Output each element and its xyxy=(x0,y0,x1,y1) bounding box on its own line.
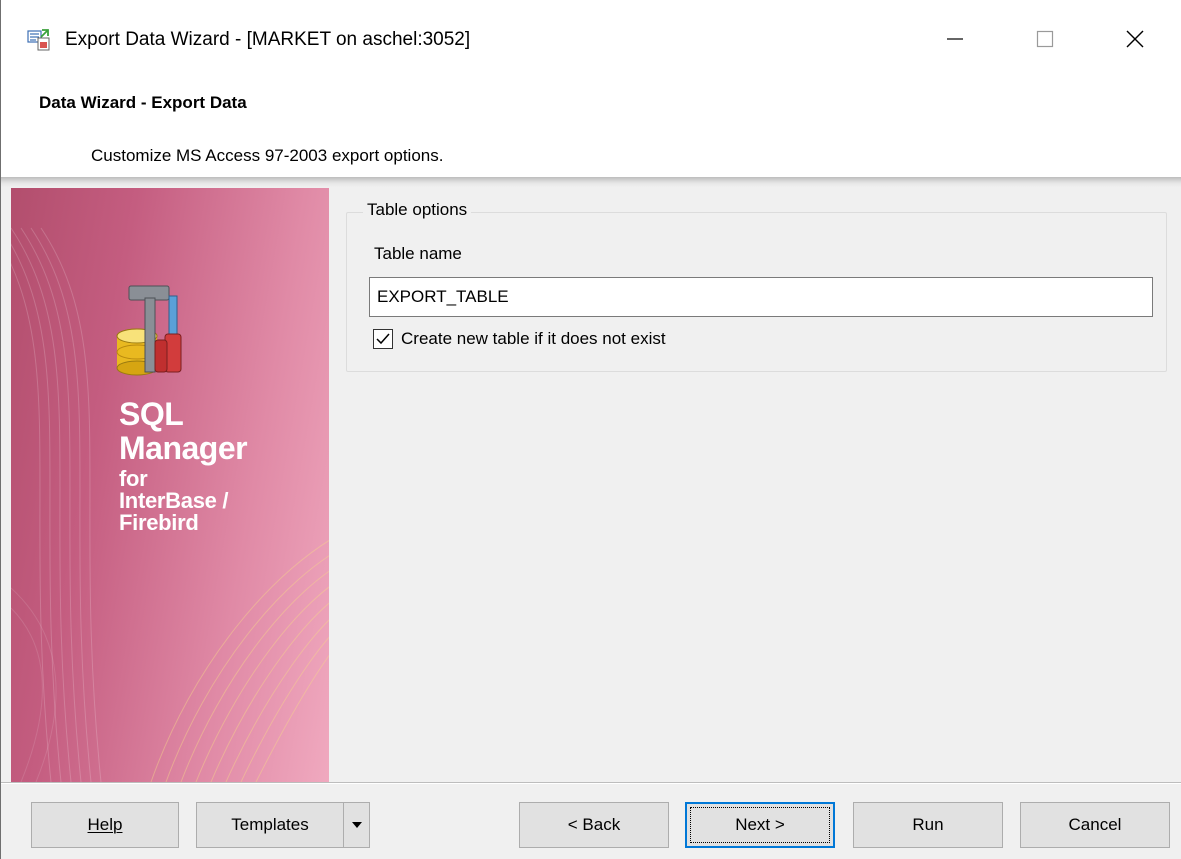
product-banner: SQL Manager for InterBase / Firebird xyxy=(11,188,329,782)
back-button-label: < Back xyxy=(567,815,621,834)
help-button-label: Help xyxy=(87,815,123,834)
cancel-button-label: Cancel xyxy=(1068,815,1122,834)
templates-button-label: Templates xyxy=(231,815,309,834)
footer-separator-highlight xyxy=(1,783,1181,784)
table-options-legend: Table options xyxy=(363,200,472,220)
table-name-input[interactable]: EXPORT_TABLE xyxy=(369,277,1153,317)
product-name-line5: Firebird xyxy=(119,510,199,535)
product-name-line2: Manager xyxy=(119,430,248,466)
maximize-button[interactable] xyxy=(1017,14,1073,64)
product-name-line4: InterBase / xyxy=(119,488,229,513)
run-button-label: Run xyxy=(912,815,944,834)
title-bar: Export Data Wizard - [MARKET on aschel:3… xyxy=(1,0,1181,84)
templates-button[interactable]: Templates xyxy=(196,802,344,848)
close-icon xyxy=(1126,30,1144,48)
close-button[interactable] xyxy=(1107,14,1163,64)
table-options-group: Table options Table name EXPORT_TABLE Cr… xyxy=(346,200,1167,372)
create-table-option[interactable]: Create new table if it does not exist xyxy=(373,329,666,349)
product-name: SQL Manager for InterBase / Firebird xyxy=(119,396,248,535)
help-button[interactable]: Help xyxy=(31,802,179,848)
templates-dropdown-button[interactable] xyxy=(343,802,370,848)
export-data-wizard-window: Export Data Wizard - [MARKET on aschel:3… xyxy=(0,0,1181,859)
run-button[interactable]: Run xyxy=(853,802,1003,848)
header-separator xyxy=(1,177,1181,187)
options-pane: Table options Table name EXPORT_TABLE Cr… xyxy=(329,188,1181,782)
checkmark-icon xyxy=(376,333,390,345)
focus-rectangle xyxy=(690,807,830,843)
table-name-label: Table name xyxy=(374,244,462,263)
next-button[interactable]: Next > xyxy=(685,802,835,848)
cancel-button[interactable]: Cancel xyxy=(1020,802,1170,848)
create-table-label: Create new table if it does not exist xyxy=(401,329,666,348)
wizard-step-title: Data Wizard - Export Data xyxy=(39,93,247,112)
product-name-line1: SQL xyxy=(119,396,184,432)
maximize-icon xyxy=(1036,30,1054,48)
database-tools-icon xyxy=(116,285,182,376)
dropdown-arrow-icon xyxy=(351,822,362,828)
wizard-step-description: Customize MS Access 97-2003 export optio… xyxy=(91,146,444,165)
create-table-checkbox[interactable] xyxy=(373,329,393,349)
minimize-icon xyxy=(947,38,963,40)
export-wizard-icon xyxy=(27,28,51,52)
wizard-header: Data Wizard - Export Data Customize MS A… xyxy=(1,84,1181,178)
window-title: Export Data Wizard - [MARKET on aschel:3… xyxy=(65,29,471,50)
back-button[interactable]: < Back xyxy=(519,802,669,848)
minimize-button[interactable] xyxy=(927,14,983,64)
product-name-line3: for xyxy=(119,466,148,491)
